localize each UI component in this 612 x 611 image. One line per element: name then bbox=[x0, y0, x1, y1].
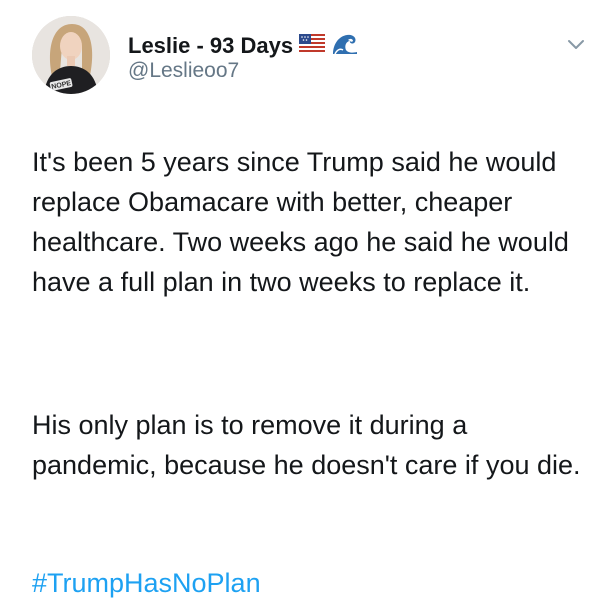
avatar[interactable]: NOPE bbox=[32, 16, 110, 94]
wave-icon bbox=[331, 30, 359, 61]
tweet-text-paragraph-2: His only plan is to remove it during a p… bbox=[32, 410, 581, 480]
author-name-row[interactable]: Leslie - 93 Days bbox=[128, 30, 359, 61]
us-flag-icon bbox=[299, 34, 326, 57]
avatar-image: NOPE bbox=[32, 16, 110, 94]
chevron-down-icon[interactable] bbox=[566, 38, 586, 52]
tweet-card: NOPE Leslie - 93 Days @Leslieoo7 It's be… bbox=[0, 0, 612, 611]
tweet-text-paragraph-1: It's been 5 years since Trump said he wo… bbox=[32, 147, 569, 297]
hashtag-link[interactable]: #TrumpHasNoPlan bbox=[32, 565, 261, 601]
author-display-name[interactable]: Leslie - 93 Days bbox=[128, 33, 293, 59]
author-handle[interactable]: @Leslieoo7 bbox=[128, 58, 239, 84]
